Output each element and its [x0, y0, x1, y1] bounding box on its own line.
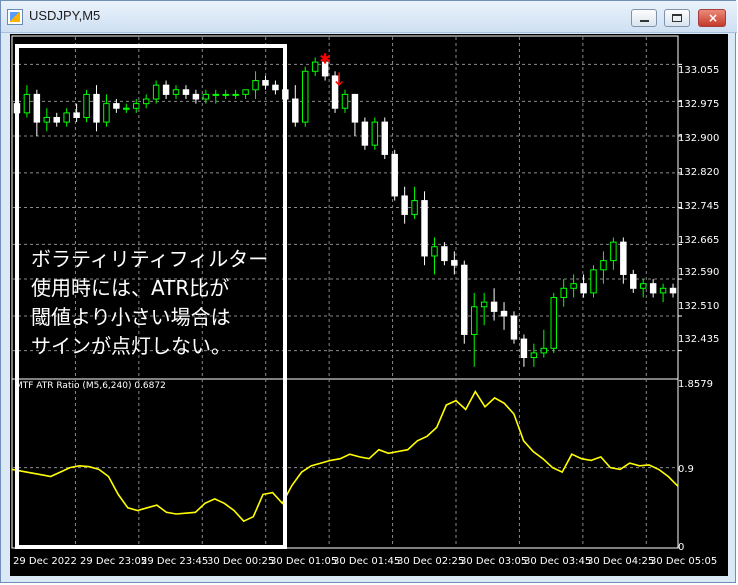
candle-body: [560, 287, 567, 299]
candle-body: [431, 246, 438, 257]
candle-body: [421, 200, 428, 257]
candle-body: [550, 297, 557, 349]
candle-body: [371, 121, 379, 146]
time-label: 30 Dec 01:45: [333, 556, 401, 567]
price-label: 132.900: [678, 133, 720, 144]
candle-body: [302, 70, 309, 123]
signal-star-icon: ✱: [319, 51, 331, 67]
close-icon: ×: [708, 11, 719, 25]
price-label: 132.435: [678, 334, 720, 345]
candle-body: [311, 61, 319, 72]
time-label: 30 Dec 00:25: [207, 556, 275, 567]
time-label: 30 Dec 03:05: [460, 556, 528, 567]
time-label: 30 Dec 01:05: [270, 556, 338, 567]
price-label: 132.665: [678, 235, 720, 246]
candle-body: [520, 338, 528, 359]
time-label: 29 Dec 23:45: [141, 556, 209, 567]
minimize-button[interactable]: [631, 9, 657, 27]
maximize-icon: [672, 14, 682, 22]
candle-body: [411, 200, 418, 215]
candle-body: [361, 121, 369, 146]
candle-body: [570, 283, 577, 289]
candle-body: [669, 287, 677, 294]
price-label: 133.055: [678, 65, 720, 76]
candle-body: [451, 260, 458, 266]
time-label: 30 Dec 02:25: [397, 556, 465, 567]
indicator-scale-label: 0.9: [678, 464, 694, 475]
time-label: 30 Dec 04:25: [587, 556, 655, 567]
indicator-scale-label: 1.8579: [678, 379, 713, 390]
annotation-text: ボラティリティフィルター 使用時には、ATR比が 閾値より小さい場合は サインが…: [31, 245, 281, 361]
candle-body: [292, 98, 299, 123]
candle-body: [649, 283, 657, 294]
candle-body: [441, 246, 448, 262]
annotation-line: 使用時には、ATR比が: [31, 276, 230, 300]
sell-arrow-icon: ↓: [332, 69, 347, 90]
candle-body: [401, 195, 408, 215]
indicator-scale-label: 0: [678, 542, 685, 553]
candle-body: [341, 93, 349, 109]
price-label: 132.510: [678, 301, 720, 312]
candle-body: [490, 301, 498, 312]
candle-body: [639, 283, 647, 289]
minimize-icon: [640, 20, 649, 22]
candle-body: [470, 306, 478, 335]
annotation-line: 閾値より小さい場合は: [31, 305, 231, 329]
candle-body: [461, 264, 468, 335]
time-label: 30 Dec 05:05: [650, 556, 718, 567]
annotation-line: サインが点灯しない。: [31, 334, 231, 358]
candle-body: [600, 260, 607, 271]
price-label: 132.975: [678, 99, 720, 110]
candle-body: [530, 352, 538, 359]
window-title: USDJPY,M5: [29, 8, 101, 23]
chart-app-icon: [7, 9, 23, 25]
candle-body: [381, 121, 388, 155]
time-label: 29 Dec 23:05: [80, 556, 148, 567]
time-label: 29 Dec 2022: [13, 556, 77, 567]
candle-body: [630, 273, 637, 289]
chart-window: USDJPY,M5 × ✱ ↓ 133.055 132.975 132.900 1…: [0, 0, 737, 583]
candle-body: [480, 301, 488, 308]
title-bar[interactable]: USDJPY,M5 ×: [1, 1, 737, 33]
price-label: 132.820: [678, 167, 720, 178]
candle-body: [510, 315, 518, 340]
candle-body: [540, 347, 548, 354]
annotation-line: ボラティリティフィルター: [31, 247, 269, 271]
time-label: 30 Dec 03:45: [524, 556, 592, 567]
candle-body: [500, 310, 508, 317]
candle-body: [659, 287, 667, 294]
candle-body: [620, 241, 627, 275]
candle-body: [351, 93, 359, 123]
maximize-button[interactable]: [664, 9, 690, 27]
candle-body: [580, 283, 587, 294]
close-button[interactable]: ×: [698, 9, 726, 27]
candle-body: [610, 241, 617, 262]
price-label: 132.745: [678, 201, 720, 212]
candle-body: [590, 269, 597, 294]
price-label: 132.590: [678, 267, 720, 278]
candle-body: [391, 153, 398, 197]
